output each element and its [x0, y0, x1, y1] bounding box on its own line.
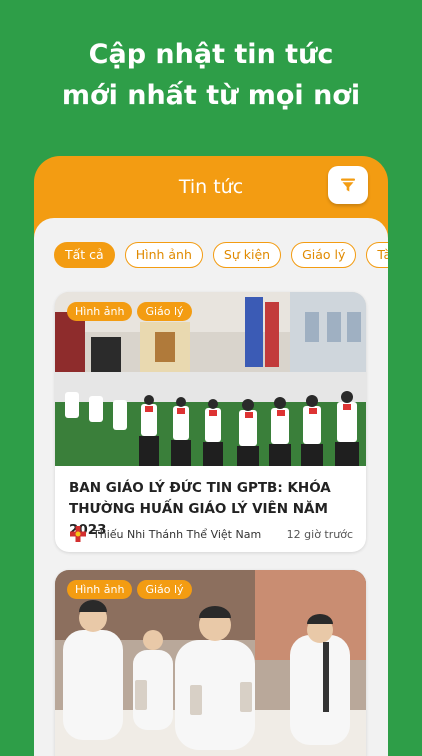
tag-catechism[interactable]: Giáo lý	[137, 580, 192, 599]
source-name: Thiếu Nhi Thánh Thể Việt Nam	[93, 527, 262, 541]
tag-images[interactable]: Hình ảnh	[67, 580, 133, 599]
organization-logo-icon	[70, 526, 86, 542]
article-tags: Hình ảnh Giáo lý	[67, 302, 192, 321]
news-card[interactable]: Hình ảnh Giáo lý BAN GIÁO LÝ ĐỨC TIN GPT…	[55, 292, 366, 552]
chip-catechism[interactable]: Giáo lý	[291, 242, 357, 268]
published-time: 12 giờ trước	[286, 527, 353, 541]
chip-documents[interactable]: Tài liệu	[366, 242, 388, 268]
chip-images[interactable]: Hình ảnh	[124, 242, 203, 268]
app-header: Tin tức	[34, 156, 388, 220]
tag-catechism[interactable]: Giáo lý	[137, 302, 192, 321]
phone-mockup: Tin tức Tất cả Hình ảnh Sự kiện Giáo lý …	[34, 156, 388, 756]
article-source: Thiếu Nhi Thánh Thể Việt Nam	[69, 525, 261, 543]
tag-images[interactable]: Hình ảnh	[67, 302, 133, 321]
filter-button[interactable]	[328, 166, 368, 204]
promo-headline: Cập nhật tin tức mới nhất từ mọi nơi	[0, 34, 422, 116]
filter-icon	[341, 178, 355, 192]
article-tags: Hình ảnh Giáo lý	[67, 580, 192, 599]
news-card[interactable]: Hình ảnh Giáo lý	[55, 570, 366, 756]
headline-line-2: mới nhất từ mọi nơi	[61, 80, 361, 111]
headline-line-1: Cập nhật tin tức	[88, 39, 334, 70]
article-meta: Thiếu Nhi Thánh Thể Việt Nam 12 giờ trướ…	[69, 525, 353, 543]
news-content: Tất cả Hình ảnh Sự kiện Giáo lý Tài liệu	[34, 218, 388, 756]
chip-all[interactable]: Tất cả	[54, 242, 115, 268]
category-chips: Tất cả Hình ảnh Sự kiện Giáo lý Tài liệu	[54, 242, 388, 272]
chip-events[interactable]: Sự kiện	[212, 242, 282, 268]
